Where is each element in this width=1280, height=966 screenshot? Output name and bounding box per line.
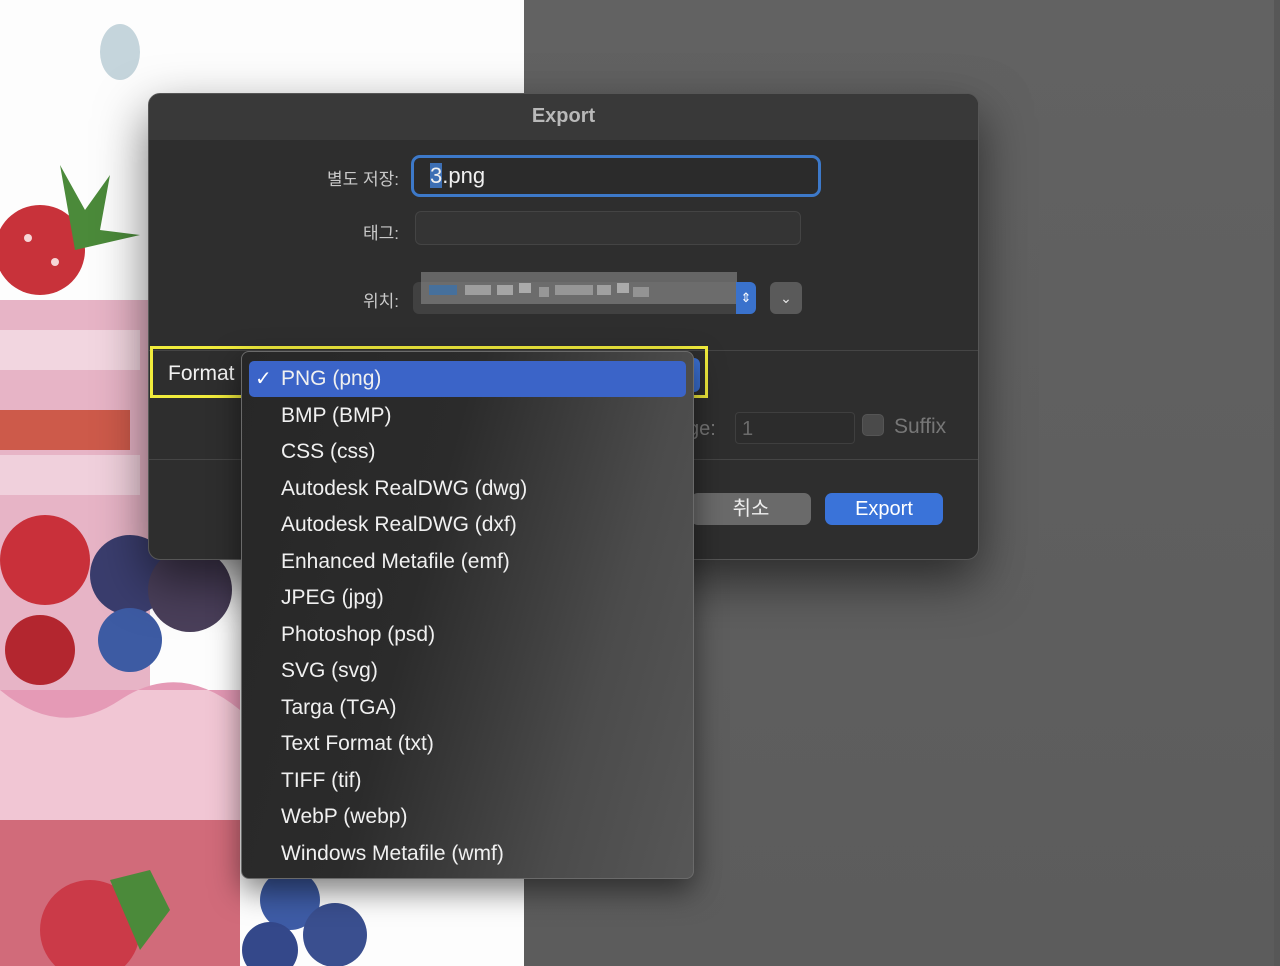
location-stepper-icon[interactable]: ⇕ — [736, 282, 756, 314]
suffix-label: Suffix — [894, 415, 947, 438]
expand-chevron-button[interactable]: ⌄ — [770, 282, 802, 314]
format-option-png[interactable]: ✓ PNG (png) — [249, 361, 686, 397]
format-label: Format — [168, 362, 235, 385]
dialog-titlebar: Export — [149, 94, 978, 140]
format-option-tga[interactable]: Targa (TGA) — [249, 690, 686, 726]
suffix-checkbox[interactable] — [862, 414, 884, 436]
format-option-dwg[interactable]: Autodesk RealDWG (dwg) — [249, 471, 686, 507]
dialog-title: Export — [531, 105, 596, 127]
format-option-emf[interactable]: Enhanced Metafile (emf) — [249, 544, 686, 580]
format-option-webp[interactable]: WebP (webp) — [249, 799, 686, 835]
location-label: 위치: — [362, 292, 399, 311]
format-option-psd[interactable]: Photoshop (psd) — [249, 617, 686, 653]
format-option-bmp[interactable]: BMP (BMP) — [249, 398, 686, 434]
format-option-txt[interactable]: Text Format (txt) — [249, 726, 686, 762]
save-as-label: 별도 저장: — [326, 170, 399, 189]
format-option-svg[interactable]: SVG (svg) — [249, 653, 686, 689]
tags-label: 태그: — [362, 224, 399, 243]
format-option-css[interactable]: CSS (css) — [249, 434, 686, 470]
format-dropdown-menu[interactable]: ✓ PNG (png) BMP (BMP) CSS (css) Autodesk… — [241, 351, 694, 879]
format-option-jpg[interactable]: JPEG (jpg) — [249, 580, 686, 616]
checkmark-icon: ✓ — [255, 368, 272, 390]
format-option-wmf[interactable]: Windows Metafile (wmf) — [249, 836, 686, 872]
page-number-field[interactable]: 1 — [735, 412, 855, 444]
cancel-button[interactable]: 취소 — [691, 493, 811, 525]
format-option-tif[interactable]: TIFF (tif) — [249, 763, 686, 799]
file-name-text: .png — [442, 163, 486, 188]
scroll-edge — [1274, 0, 1280, 966]
file-name-field[interactable]: 3.png — [411, 155, 821, 197]
format-option-dxf[interactable]: Autodesk RealDWG (dxf) — [249, 507, 686, 543]
location-path-redacted — [421, 272, 737, 304]
export-button[interactable]: Export — [825, 493, 943, 525]
tags-field[interactable] — [415, 211, 801, 245]
location-popup[interactable] — [413, 272, 755, 314]
format-option-label: PNG (png) — [281, 367, 382, 390]
file-name-selection: 3 — [430, 163, 443, 188]
